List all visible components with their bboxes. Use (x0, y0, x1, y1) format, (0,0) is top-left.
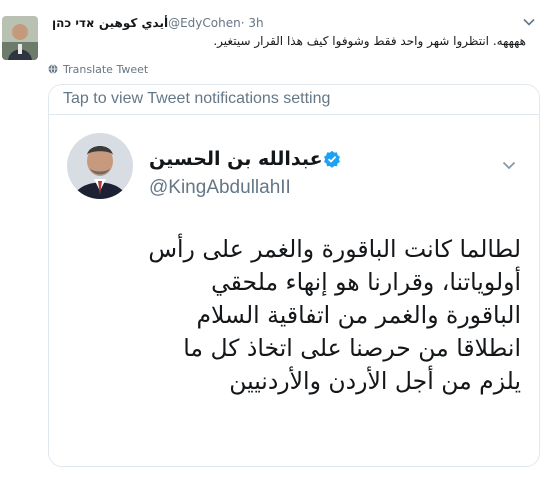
tweet-timestamp[interactable]: · 3h (241, 16, 264, 30)
quoted-text-line: أولوياتنا، وقرارنا هو إنهاء ملحقي (211, 268, 521, 296)
chevron-down-icon[interactable] (522, 15, 536, 29)
translate-label: Translate Tweet (63, 62, 149, 76)
translate-tweet-link[interactable]: Translate Tweet (48, 62, 148, 76)
author-name[interactable]: أيدي كوهين אדי כהן (52, 16, 168, 30)
notification-bar[interactable]: Tap to view Tweet notifications setting (49, 85, 539, 115)
quoted-text-line: يلزم من أجل الأردن والأردنيين (229, 367, 521, 395)
quoted-avatar-image (67, 133, 133, 199)
quoted-author-name[interactable]: عبدالله بن الحسين (149, 148, 323, 170)
quoted-text-line: لطالما كانت الباقورة والغمر على رأس (148, 235, 521, 263)
quoted-text-line: الباقورة والغمر من اتفاقية السلام (196, 301, 521, 329)
tweet-text: ههههه. انتظروا شهر واحد فقط وشوفوا كيف ه… (213, 34, 526, 48)
tweet-header: · 3h @EdyCohen أيدي كوهين אדי כהן (48, 14, 518, 32)
avatar-image (2, 16, 38, 60)
quoted-author-handle[interactable]: @KingAbdullahII (149, 177, 291, 199)
globe-icon (48, 64, 58, 74)
verified-badge-icon (323, 150, 340, 168)
chevron-down-icon[interactable] (501, 157, 517, 173)
quoted-tweet-text: لطالما كانت الباقورة والغمر على رأس أولو… (61, 233, 521, 398)
notification-bar-text: Tap to view Tweet notifications setting (63, 90, 331, 107)
quoted-avatar[interactable] (67, 133, 133, 199)
quoted-author-row: عبدالله بن الحسين (149, 147, 349, 171)
quoted-tweet-screenshot[interactable]: Tap to view Tweet notifications setting … (48, 84, 540, 467)
tweet: · 3h @EdyCohen أيدي كوهين אדי כהן ههههه.… (0, 0, 550, 477)
author-handle[interactable]: @EdyCohen (168, 16, 241, 30)
avatar[interactable] (2, 16, 38, 60)
quoted-text-line: انطلاقا من حرصنا على اتخاذ كل ما (183, 334, 521, 362)
